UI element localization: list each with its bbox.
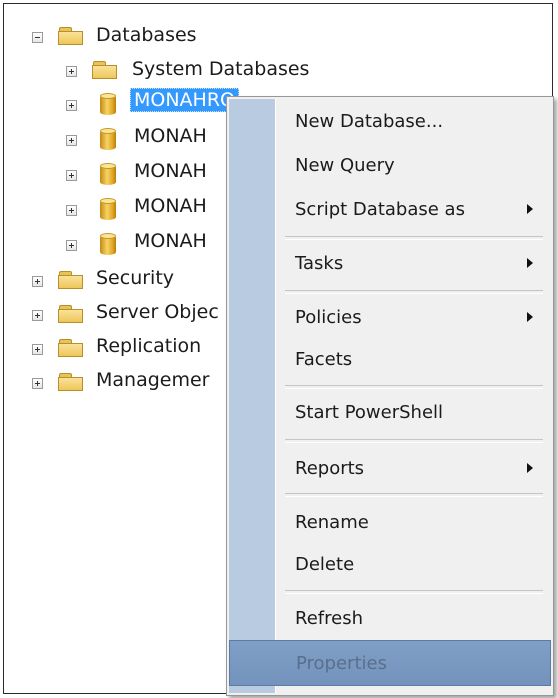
tree-node-label: Server Objec: [96, 301, 219, 323]
menu-item-start-powershell[interactable]: Start PowerShell: [229, 392, 551, 432]
folder-icon: [58, 339, 84, 357]
tree-node-label: MONAH: [134, 195, 207, 217]
menu-separator: [285, 290, 543, 294]
menu-item-label: Policies: [295, 306, 362, 328]
database-icon: [100, 233, 116, 255]
menu-item-reports[interactable]: Reports: [229, 448, 551, 488]
menu-item-properties[interactable]: Properties: [229, 640, 551, 686]
menu-item-label: New Query: [295, 154, 395, 176]
database-icon: [100, 198, 116, 220]
folder-icon: [92, 61, 118, 79]
tree-node-label: System Databases: [132, 58, 310, 80]
menu-item-policies[interactable]: Policies: [229, 297, 551, 337]
menu-item-label: Script Database as: [295, 198, 465, 220]
tree-node-label: MONAH: [134, 125, 207, 147]
tree-node-label: Security: [96, 267, 175, 289]
menu-item-label: Facets: [295, 348, 353, 370]
menu-item-script-database-as[interactable]: Script Database as: [229, 189, 551, 229]
menu-item-facets[interactable]: Facets: [229, 339, 551, 379]
expand-icon[interactable]: [66, 66, 77, 77]
submenu-arrow-icon: [527, 258, 533, 268]
expand-icon[interactable]: [66, 240, 77, 251]
menu-item-new-query[interactable]: New Query: [229, 145, 551, 185]
submenu-arrow-icon: [527, 463, 533, 473]
tree-node-label: MONAH: [134, 230, 207, 252]
database-icon: [100, 93, 116, 115]
folder-icon: [58, 305, 84, 323]
tree-node-label: MONAH: [134, 160, 207, 182]
menu-item-label: New Database...: [295, 110, 444, 132]
submenu-arrow-icon: [527, 312, 533, 322]
menu-item-refresh[interactable]: Refresh: [229, 598, 551, 638]
expand-icon[interactable]: [32, 378, 43, 389]
menu-separator: [285, 439, 543, 443]
collapse-icon[interactable]: [32, 32, 43, 43]
menu-separator: [285, 590, 543, 594]
folder-icon: [58, 373, 84, 391]
menu-separator: [285, 493, 543, 497]
expand-icon[interactable]: [66, 135, 77, 146]
menu-item-new-database[interactable]: New Database...: [229, 101, 551, 141]
folder-icon: [58, 271, 84, 289]
menu-item-label: Refresh: [295, 607, 363, 629]
expand-icon[interactable]: [66, 205, 77, 216]
database-icon: [100, 128, 116, 150]
menu-item-tasks[interactable]: Tasks: [229, 243, 551, 283]
menu-separator: [285, 385, 543, 389]
expand-icon[interactable]: [32, 276, 43, 287]
expand-icon[interactable]: [32, 310, 43, 321]
menu-item-label: Properties: [296, 652, 387, 674]
submenu-arrow-icon: [527, 204, 533, 214]
expand-icon[interactable]: [66, 100, 77, 111]
context-menu: New Database... New Query Script Databas…: [226, 96, 554, 696]
menu-item-label: Start PowerShell: [295, 401, 444, 423]
expand-icon[interactable]: [32, 344, 43, 355]
menu-item-label: Reports: [295, 457, 365, 479]
menu-item-label: Delete: [295, 553, 355, 575]
tree-node-label-selected: MONAHRQ: [130, 88, 240, 112]
tree-node-label: Managemer: [96, 369, 210, 391]
database-icon: [100, 163, 116, 185]
tree-node-label: Databases: [96, 24, 197, 46]
tree-node-label: Replication: [96, 335, 202, 357]
menu-separator: [285, 236, 543, 240]
menu-item-label: Tasks: [295, 252, 344, 274]
menu-item-label: Rename: [295, 511, 369, 533]
expand-icon[interactable]: [66, 170, 77, 181]
folder-icon: [58, 27, 84, 45]
menu-item-delete[interactable]: Delete: [229, 544, 551, 584]
menu-item-rename[interactable]: Rename: [229, 502, 551, 542]
